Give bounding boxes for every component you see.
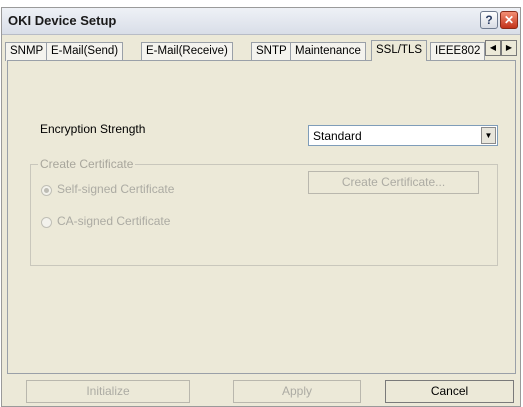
- tab-strip: SNMP E-Mail(Send) E-Mail(Receive) SNTP M…: [5, 40, 517, 61]
- tab-snmp[interactable]: SNMP: [5, 42, 49, 61]
- window-title: OKI Device Setup: [8, 13, 117, 28]
- close-button[interactable]: ✕: [500, 11, 518, 29]
- help-button[interactable]: ?: [480, 11, 498, 29]
- apply-button[interactable]: Apply: [233, 380, 361, 403]
- tab-sntp[interactable]: SNTP: [251, 42, 292, 61]
- tab-ieee802[interactable]: IEEE802: [430, 42, 486, 61]
- encryption-strength-value: Standard: [313, 129, 362, 143]
- tab-scroll-right-icon[interactable]: ▶: [501, 40, 517, 56]
- tab-scroll-left-icon[interactable]: ◀: [485, 40, 501, 56]
- tab-maintenance[interactable]: Maintenance: [290, 42, 366, 61]
- create-certificate-group-label: Create Certificate: [38, 157, 136, 171]
- create-certificate-button[interactable]: Create Certificate...: [308, 171, 479, 194]
- tab-email-send[interactable]: E-Mail(Send): [46, 42, 124, 61]
- initialize-button[interactable]: Initialize: [26, 380, 190, 403]
- ca-signed-radio[interactable]: [41, 217, 52, 228]
- cancel-button[interactable]: Cancel: [385, 380, 514, 403]
- chevron-down-icon[interactable]: ▼: [481, 127, 496, 144]
- title-bar: OKI Device Setup ? ✕: [2, 8, 520, 35]
- self-signed-radio[interactable]: [41, 185, 52, 196]
- tab-email-receive[interactable]: E-Mail(Receive): [141, 42, 233, 61]
- tab-ssl-tls[interactable]: SSL/TLS: [371, 40, 428, 61]
- ca-signed-label: CA-signed Certificate: [57, 214, 171, 228]
- encryption-strength-label: Encryption Strength: [40, 122, 146, 136]
- self-signed-label: Self-signed Certificate: [57, 182, 175, 196]
- dialog-window: OKI Device Setup ? ✕ SNMP E-Mail(Send) E…: [1, 7, 521, 407]
- encryption-strength-select[interactable]: Standard ▼: [308, 125, 498, 146]
